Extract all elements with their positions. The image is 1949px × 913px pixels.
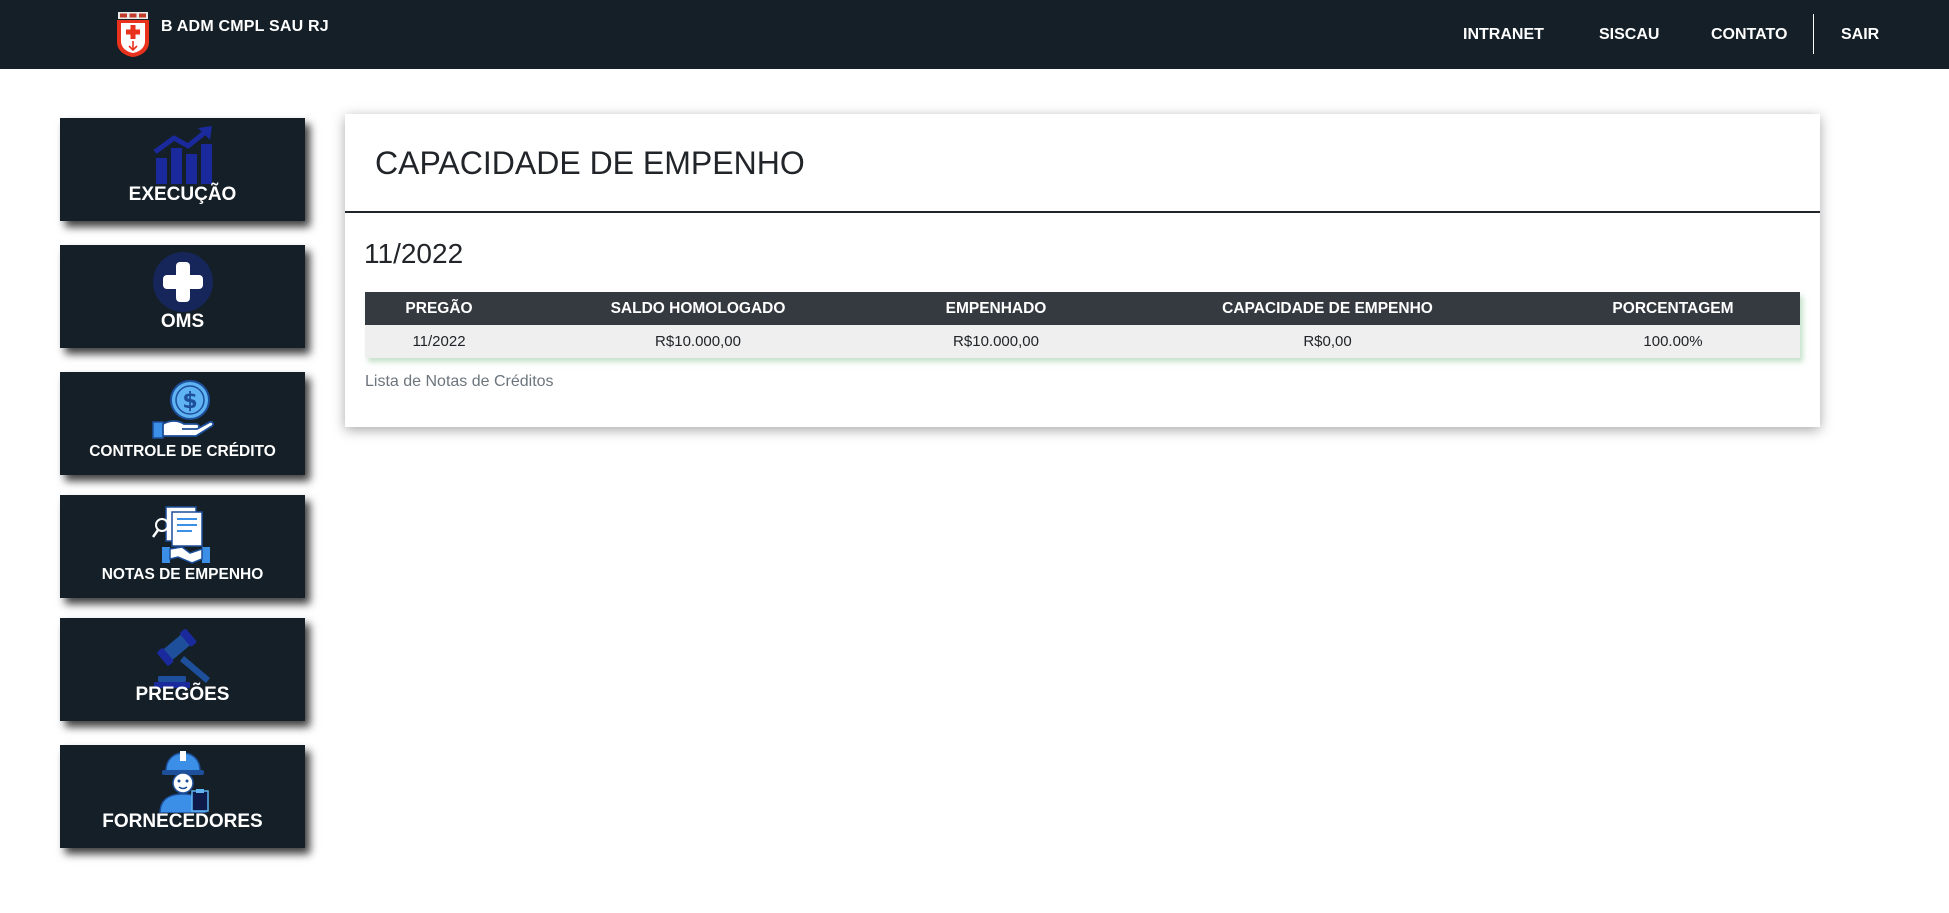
brand-title: B ADM CMPL SAU RJ [161,18,329,35]
table-row: 11/2022 R$10.000,00 R$10.000,00 R$0,00 1… [365,325,1800,358]
worker-clipboard-icon [158,751,209,813]
gavel-icon [153,628,210,688]
column-header-saldo-homologado: SALDO HOMOLOGADO [513,292,883,325]
period-heading: 11/2022 [364,238,464,269]
sidebar-item-label: FORNECEDORES [102,811,263,832]
nav-link-siscau[interactable]: SISCAU [1599,0,1659,69]
table-header-row: PREGÃO SALDO HOMOLOGADO EMPENHADO CAPACI… [365,292,1800,325]
nav-link-intranet[interactable]: INTRANET [1463,0,1544,69]
svg-text:$: $ [182,389,197,414]
top-navbar: B ADM CMPL SAU RJ INTRANET SISCAU CONTAT… [0,0,1949,69]
sidebar-item-label: CONTROLE DE CRÉDITO [89,443,276,460]
sidebar-item-label: NOTAS DE EMPENHO [101,566,264,583]
lista-notas-creditos-link[interactable]: Lista de Notas de Créditos [365,373,554,391]
sidebar-tile-fornecedores[interactable]: FORNECEDORES [60,745,305,848]
card-header: CAPACIDADE DE EMPENHO [345,114,1820,213]
nav-link-sair[interactable]: SAIR [1841,0,1879,69]
cell-pregao: 11/2022 [365,325,513,358]
medical-cross-icon [152,252,213,312]
column-header-capacidade-de-empenho: CAPACIDADE DE EMPENHO [1109,292,1546,325]
cell-porcentagem: 100.00% [1546,325,1800,358]
sidebar-tile-oms[interactable]: OMS [60,245,305,348]
crest-red-cross-icon [117,12,149,57]
documents-handshake-icon [151,506,210,564]
cell-saldo-homologado: R$10.000,00 [513,325,883,358]
capacidade-table: PREGÃO SALDO HOMOLOGADO EMPENHADO CAPACI… [365,292,1800,358]
sidebar-item-label: EXECUÇÃO [128,184,237,205]
cell-empenhado: R$10.000,00 [883,325,1109,358]
brand-home-link[interactable]: B ADM CMPL SAU RJ [115,10,329,58]
sidebar-item-label: PREGÕES [135,684,230,705]
sidebar-tile-notas-de-empenho[interactable]: NOTAS DE EMPENHO [60,495,305,598]
page-title: CAPACIDADE DE EMPENHO [375,145,805,181]
column-header-porcentagem: PORCENTAGEM [1546,292,1800,325]
capacidade-table-wrapper: PREGÃO SALDO HOMOLOGADO EMPENHADO CAPACI… [365,292,1800,358]
nav-divider [1813,14,1814,54]
sidebar-item-label: OMS [160,311,205,332]
nav-link-contato[interactable]: CONTATO [1711,0,1787,69]
chart-growth-icon [153,126,212,184]
column-header-empenhado: EMPENHADO [883,292,1109,325]
sidebar-tile-controle-de-credito[interactable]: $ CONTROLE DE CRÉDITO [60,372,305,475]
sidebar-tile-execucao[interactable]: EXECUÇÃO [60,118,305,221]
column-header-pregao: PREGÃO [365,292,513,325]
capacidade-empenho-card: CAPACIDADE DE EMPENHO 11/2022 PREGÃO SAL… [345,114,1820,427]
cell-capacidade-de-empenho: R$0,00 [1109,325,1546,358]
sidebar-tile-pregoes[interactable]: PREGÕES [60,618,305,721]
hand-coin-icon: $ [151,380,214,439]
